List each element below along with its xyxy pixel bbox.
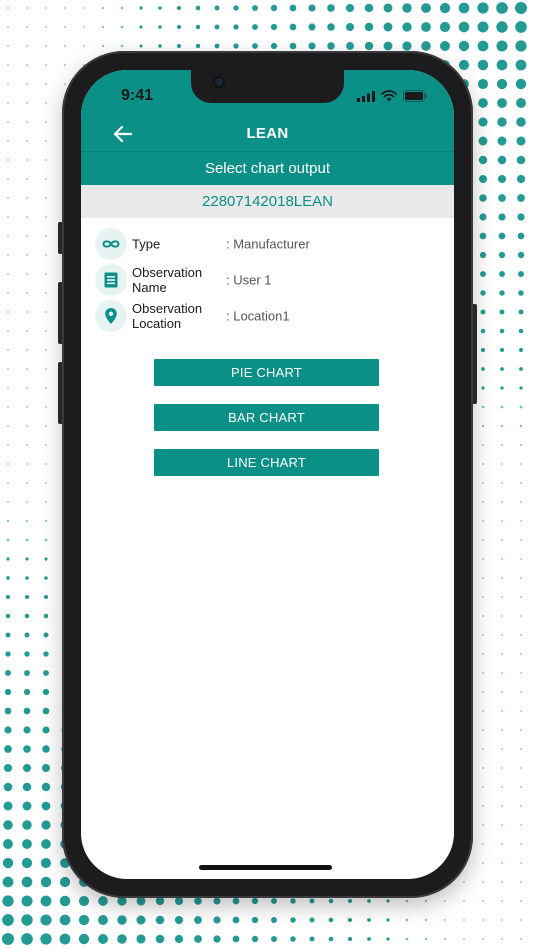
status-time: 9:41 (121, 87, 154, 104)
detail-value: : Manufacturer (226, 236, 310, 252)
document-list-icon (95, 264, 127, 296)
detail-label: Observation Location (132, 301, 203, 331)
detail-value: : User 1 (226, 272, 272, 288)
page-title: LEAN (246, 125, 289, 142)
bar-chart-button[interactable]: BAR CHART (154, 404, 379, 431)
signal-icon (357, 90, 375, 102)
phone-notch (191, 70, 344, 103)
wifi-icon (381, 90, 397, 102)
status-icons (357, 90, 428, 102)
location-pin-icon (95, 300, 127, 332)
observation-id: 22807142018LEAN (81, 185, 454, 218)
battery-icon (403, 90, 428, 102)
sub-header: Select chart output (81, 152, 454, 185)
detail-label: Type (132, 236, 161, 252)
infinity-icon (95, 228, 127, 260)
pie-chart-button[interactable]: PIE CHART (154, 359, 379, 386)
phone-frame: 9:41 LEAN Select chart output 2280714201… (62, 51, 473, 898)
home-indicator[interactable] (199, 865, 332, 870)
detail-row-observation-location: Observation Location : Location1 (95, 300, 435, 332)
detail-label: Observation Name (132, 265, 203, 295)
front-camera (213, 76, 225, 88)
detail-value: : Location1 (226, 308, 290, 324)
phone-screen: 9:41 LEAN Select chart output 2280714201… (81, 70, 454, 879)
line-chart-button[interactable]: LINE CHART (154, 449, 379, 476)
app-bar: LEAN (81, 118, 454, 152)
detail-row-observation-name: Observation Name : User 1 (95, 264, 435, 296)
detail-row-type: Type : Manufacturer (95, 228, 435, 260)
